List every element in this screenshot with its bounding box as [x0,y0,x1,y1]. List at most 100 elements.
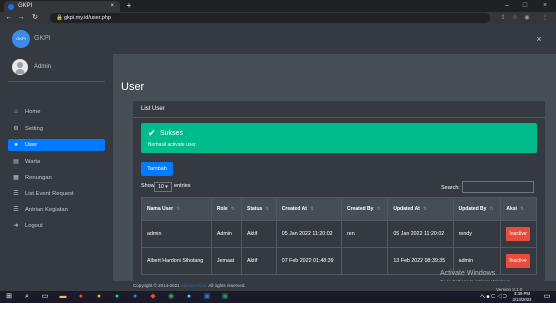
avatar-body [15,69,25,74]
column-header-aksi[interactable]: Aksi ⇅ [500,197,537,221]
column-header-label: Created By [347,206,374,212]
sidebar-item-label: Home [25,109,41,115]
column-header-updated-by[interactable]: Updated By ⇅ [452,197,502,221]
show-label: Show [141,183,155,189]
inactive-button[interactable]: Inactive [506,254,530,268]
tab-close-icon[interactable]: × [110,1,114,12]
sidebar-item-list-event-request[interactable]: ☰ List Event Request [8,188,105,200]
newspaper-icon: ▤ [13,159,19,165]
search-icon[interactable]: ⌕ [22,292,32,302]
taskbar-clock[interactable]: 3:39 PM 2/13/2022 [508,291,536,303]
column-header-nama-user[interactable]: Nama User ⇅ [141,197,212,221]
task-view-icon[interactable]: ▭ [40,292,50,302]
column-header-created-at[interactable]: Created At ⇅ [275,197,343,221]
sidebar-item-antrian-kegiatan[interactable]: ☰ Antrian Kegiatan [8,204,105,216]
tab-title: GKPI [18,3,33,9]
sidebar-item-user[interactable]: ● User [8,139,105,151]
app-icon[interactable]: ● [184,292,194,302]
user-table: Nama User ⇅ Role ⇅ Status ⇅ Created At ⇅ Cre… [141,197,537,279]
sort-icon: ⇅ [376,206,381,212]
sidebar-item-warta[interactable]: ▤ Warta [8,156,105,168]
entries-select-value: 10 [158,184,164,190]
file-explorer-icon[interactable]: ▬ [58,292,68,302]
sidebar-item-label: Logout [25,223,43,229]
avatar-head [17,62,23,68]
copyright-text: Copyright © 2014-2021 AdminLTE.io. All r… [133,282,246,290]
chrome-icon[interactable]: ◉ [166,292,176,302]
share-icon[interactable]: ⇪ [498,12,508,24]
sidebar-item-logout[interactable]: ➜ Logout [8,220,105,232]
sidebar-item-label: Renungan [25,175,52,181]
cell-updated-by: rendy [452,220,502,248]
sidebar-item-label: List Event Request [25,191,74,197]
copyright-suffix: All rights reserved. [208,283,246,288]
sort-icon: ⇅ [422,206,428,212]
minimize-button[interactable]: – [500,0,514,12]
column-header-label: Updated At [393,206,420,212]
maximize-button[interactable]: □ [518,0,532,12]
word-icon[interactable]: ▣ [202,292,212,302]
column-header-role[interactable]: Role ⇅ [210,197,243,221]
sort-icon: ⇅ [519,206,525,212]
column-header-status[interactable]: Status ⇅ [241,197,277,221]
brand-logo: GKPI [12,30,30,48]
whatsapp-icon[interactable]: ● [112,292,122,302]
search-label: Search: [441,185,460,191]
new-tab-button[interactable]: + [124,0,134,12]
firefox-icon[interactable]: ● [76,292,86,302]
forward-icon[interactable]: → [16,12,26,24]
profile-icon[interactable]: ◉ [522,12,532,24]
home-icon: ⌂ [14,109,18,115]
check-icon: ✔ [148,128,156,138]
app-icon[interactable]: ● [94,292,104,302]
list-icon: ☰ [13,191,19,197]
sidebar-item-label: User [25,142,38,148]
app-icon[interactable]: ● [130,292,140,302]
copyright-prefix: Copyright © 2014-2021 [133,283,180,288]
column-header-updated-at[interactable]: Updated At ⇅ [387,197,454,221]
address-bar[interactable]: 🔒 gkpi.my.id/user.php [50,13,490,23]
cell-aksi: Inactive [500,247,537,275]
back-icon[interactable]: ← [4,12,14,24]
windows-start-icon[interactable]: ⊞ [4,292,14,302]
brand-text[interactable]: GKPI [34,34,51,44]
sort-icon: ⇅ [489,206,494,212]
column-header-label: Role [216,206,228,212]
sort-icon: ⇅ [309,206,315,212]
sign-out-icon: ➜ [13,223,19,229]
app-icon[interactable]: ◆ [148,292,158,302]
search-input[interactable] [462,181,534,193]
inactive-button[interactable]: Inactive [506,227,530,241]
close-icon[interactable]: × [532,32,546,46]
cell-status: Aktif [241,247,277,275]
sidebar-item-home[interactable]: ⌂ Home [8,106,105,118]
entries-label: entries [174,183,191,189]
sidebar-item-setting[interactable]: ⚙ Setting [8,123,105,135]
adminlte-link[interactable]: AdminLTE.io. [181,283,208,288]
sidebar-username[interactable]: Admin [34,62,51,72]
bookmark-star-icon[interactable]: ☆ [510,12,520,24]
cell-created-at: 07 Feb 2022 01:48:39 [275,247,343,275]
sort-icon: ⇅ [230,206,235,212]
cell-updated-at: 05 Jan 2022 11:20:02 [387,220,454,248]
cell-created-by [341,247,389,275]
page-title: User [121,81,145,93]
notification-icon[interactable]: ▭ [542,292,552,302]
menu-kebab-icon[interactable]: ⋮ [540,12,550,24]
column-header-created-by[interactable]: Created By ⇅ [341,197,389,221]
cell-role: Admin [210,220,243,248]
cell-aksi: Inactive [500,220,537,248]
sidebar-item-renungan[interactable]: ▦ Renungan [8,172,105,184]
column-header-label: Nama User [147,206,174,212]
system-tray[interactable]: へ ■ ⊂ ◁⊃ [480,292,507,302]
reload-icon[interactable]: ↻ [30,12,40,24]
excel-icon[interactable]: ▣ [220,292,230,302]
lock-icon: 🔒 [56,15,63,21]
success-alert [141,123,537,153]
favicon-icon [8,4,14,10]
entries-select[interactable]: 10 ▾ [154,182,172,192]
window-close-button[interactable]: × [538,0,552,12]
add-user-button[interactable]: Tambah [141,162,173,176]
url-text: gkpi.my.id/user.php [64,15,111,21]
browser-tab[interactable]: GKPI × [4,1,120,12]
